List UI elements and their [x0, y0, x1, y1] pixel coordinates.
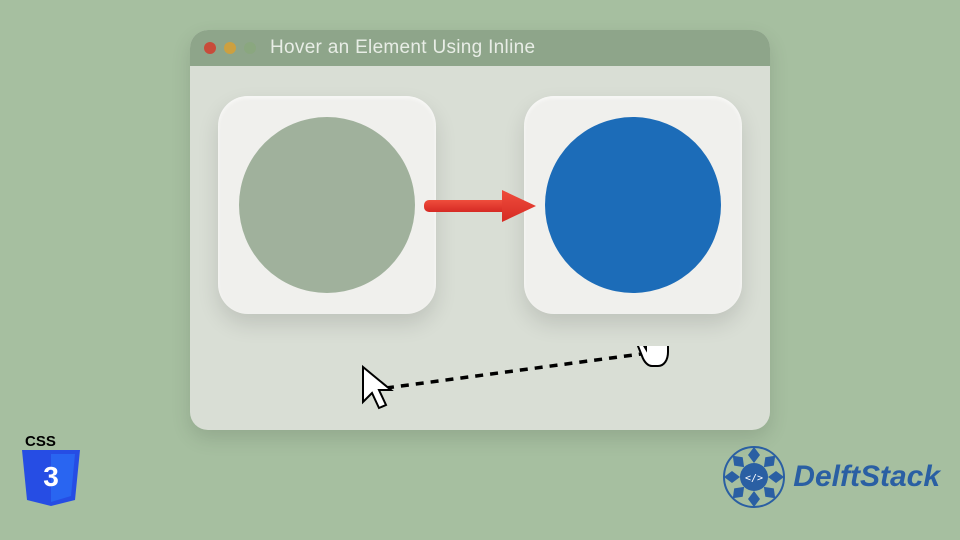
delftstack-name: DelftStack [793, 460, 940, 494]
close-icon[interactable] [204, 42, 216, 54]
maximize-icon[interactable] [244, 42, 256, 54]
circle-hover [545, 117, 721, 293]
tile-default-state [218, 96, 436, 314]
tile-hover-state [524, 96, 742, 314]
delftstack-emblem-icon: </> [721, 444, 787, 510]
cursor-path-illustration [360, 346, 690, 426]
css3-badge-icon: CSS 3 [20, 434, 82, 508]
minimize-icon[interactable] [224, 42, 236, 54]
traffic-lights [204, 42, 256, 54]
transition-arrow-icon [420, 186, 540, 226]
arrow-cursor-icon [363, 367, 391, 408]
window-content [190, 66, 770, 430]
browser-window: Hover an Element Using Inline [190, 30, 770, 430]
delftstack-logo: </> DelftStack [721, 444, 940, 510]
window-title: Hover an Element Using Inline [270, 37, 535, 59]
circle-default [239, 117, 415, 293]
css3-label: CSS [25, 434, 56, 450]
css3-number: 3 [43, 461, 59, 492]
hand-cursor-icon [638, 346, 668, 366]
titlebar: Hover an Element Using Inline [190, 30, 770, 66]
svg-text:</>: </> [745, 473, 763, 484]
